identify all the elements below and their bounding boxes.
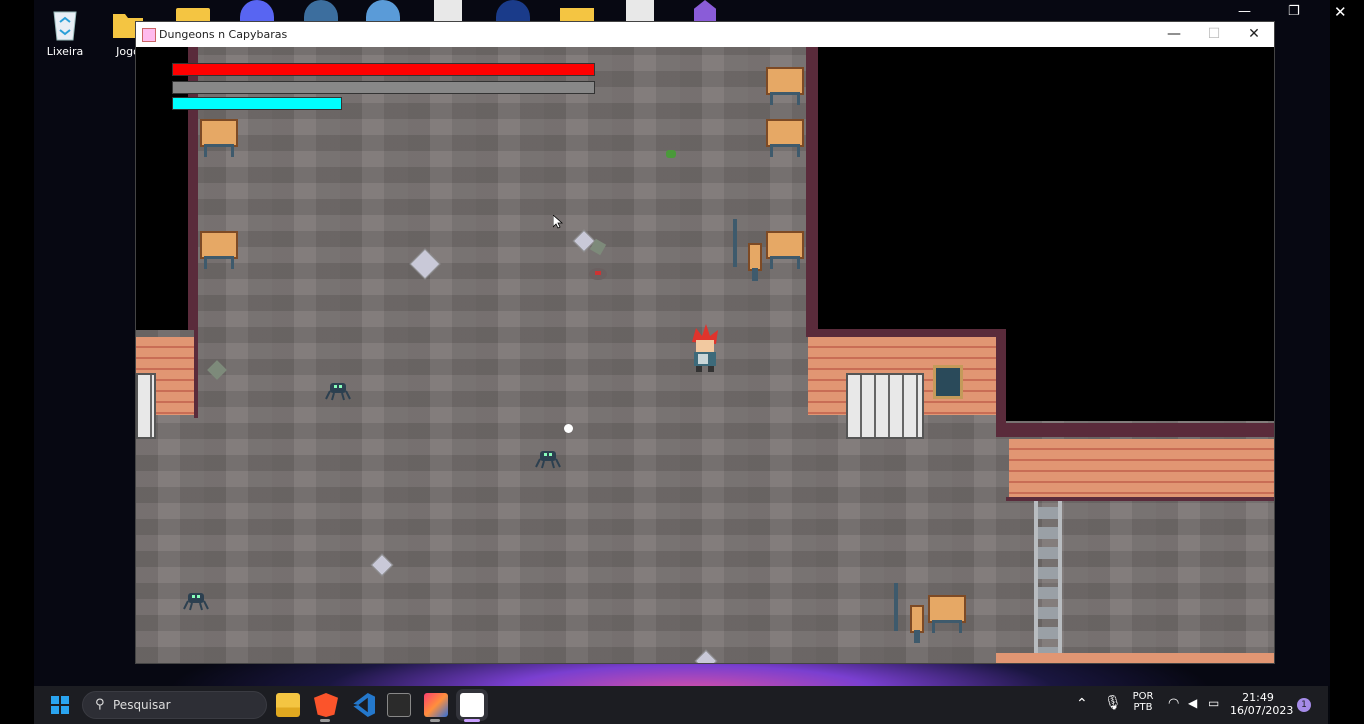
spider-enemy[interactable] [534,447,562,469]
bookshelf [136,373,156,439]
spider-enemy[interactable] [324,379,352,401]
terminal-icon[interactable] [387,693,411,717]
wifi-icon[interactable]: ◠ [1168,696,1179,711]
minimize-button[interactable]: — [1154,22,1194,47]
desktop-icon-recycle-bin[interactable]: Lixeira [35,2,95,58]
chair [733,219,737,267]
window-title: Dungeons n Capybaras [159,28,288,41]
portrait-frame [933,365,963,399]
search-placeholder: Pesquisar [113,698,171,712]
mouse-cursor-icon [553,215,563,229]
health-bar [172,63,595,76]
restore-icon[interactable]: ❐ [1288,4,1300,19]
bookshelf [846,373,924,439]
screen-right-edge [1330,0,1364,724]
folder-icon[interactable] [176,8,210,22]
screen-left-edge [0,686,34,724]
crystal-gem [694,649,718,663]
wall-edge [996,337,1006,437]
void-area [818,47,1274,329]
screen-right-edge [1330,686,1364,724]
chair-seat [748,243,762,281]
close-button[interactable]: ✕ [1234,22,1274,47]
language-label: POR [1132,691,1154,702]
java-app-icon [142,28,156,42]
volume-icon[interactable]: ◀ [1188,696,1197,710]
desk [766,119,804,157]
wall-edge [808,329,1006,337]
desk [766,231,804,269]
chair-seat [910,605,924,643]
keyboard-label: PTB [1133,702,1153,713]
mana-bar [172,97,342,110]
file-icon[interactable] [626,0,654,22]
microphone-icon[interactable]: 🎙 [1104,695,1122,711]
desk [928,595,966,633]
brick-wall [1009,439,1274,497]
clock-date: 16/07/2023 [1230,704,1294,717]
file-icon[interactable] [434,0,462,22]
minimize-icon[interactable]: — [1238,4,1251,19]
player-character [692,324,718,372]
clock-time: 21:49 [1242,691,1274,704]
magic-orb [564,424,573,433]
wall-edge [194,330,198,418]
taskbar: ⚲ Pesquisar ⌃ 🎙 POR PTB ◠ ◀ ▭ 21:49 16/0… [34,686,1328,724]
chair [894,583,898,631]
running-indicator [320,719,330,722]
search-icon: ⚲ [95,697,105,712]
battery-icon[interactable]: ▭ [1208,696,1219,710]
start-button[interactable] [51,696,69,714]
game-window: Dungeons n Capybaras — ☐ ✕ [136,22,1274,663]
show-hidden-icons-chevron-icon[interactable]: ⌃ [1076,696,1088,712]
brick-wall [996,653,1274,663]
recycle-bin-icon [48,4,82,42]
iron-fence [1034,501,1062,653]
taskbar-search[interactable]: ⚲ Pesquisar [82,691,267,719]
folder-icon[interactable] [560,8,594,22]
desk [766,67,804,105]
crystal-gem [370,553,394,577]
close-icon[interactable]: ✕ [1334,3,1347,21]
beetle-enemy[interactable] [586,265,610,283]
wall-edge [806,47,818,337]
desk [200,119,238,157]
wall-edge [1006,423,1274,437]
active-indicator [464,719,480,722]
game-viewport[interactable] [136,47,1274,663]
notification-badge[interactable]: 1 [1297,698,1311,712]
file-explorer-icon[interactable] [276,693,300,717]
language-indicator[interactable]: POR PTB [1130,691,1156,713]
screen-left-edge [0,0,34,724]
spider-enemy[interactable] [182,589,210,611]
vscode-icon[interactable] [353,693,375,717]
desk [200,231,238,269]
window-titlebar[interactable]: Dungeons n Capybaras — ☐ ✕ [136,22,1274,47]
running-indicator [430,719,440,722]
ore-rock [207,360,227,380]
java-icon[interactable] [460,693,484,717]
stamina-bar [172,81,595,94]
maximize-button[interactable]: ☐ [1194,22,1234,47]
void-area [1006,329,1274,421]
intellij-icon[interactable] [424,693,448,717]
clock[interactable]: 21:49 16/07/2023 [1230,691,1294,717]
crystal-gem [409,248,441,280]
brave-browser-icon[interactable] [314,693,338,717]
herb-item [666,150,676,158]
desktop-icon-label: Lixeira [46,45,84,58]
